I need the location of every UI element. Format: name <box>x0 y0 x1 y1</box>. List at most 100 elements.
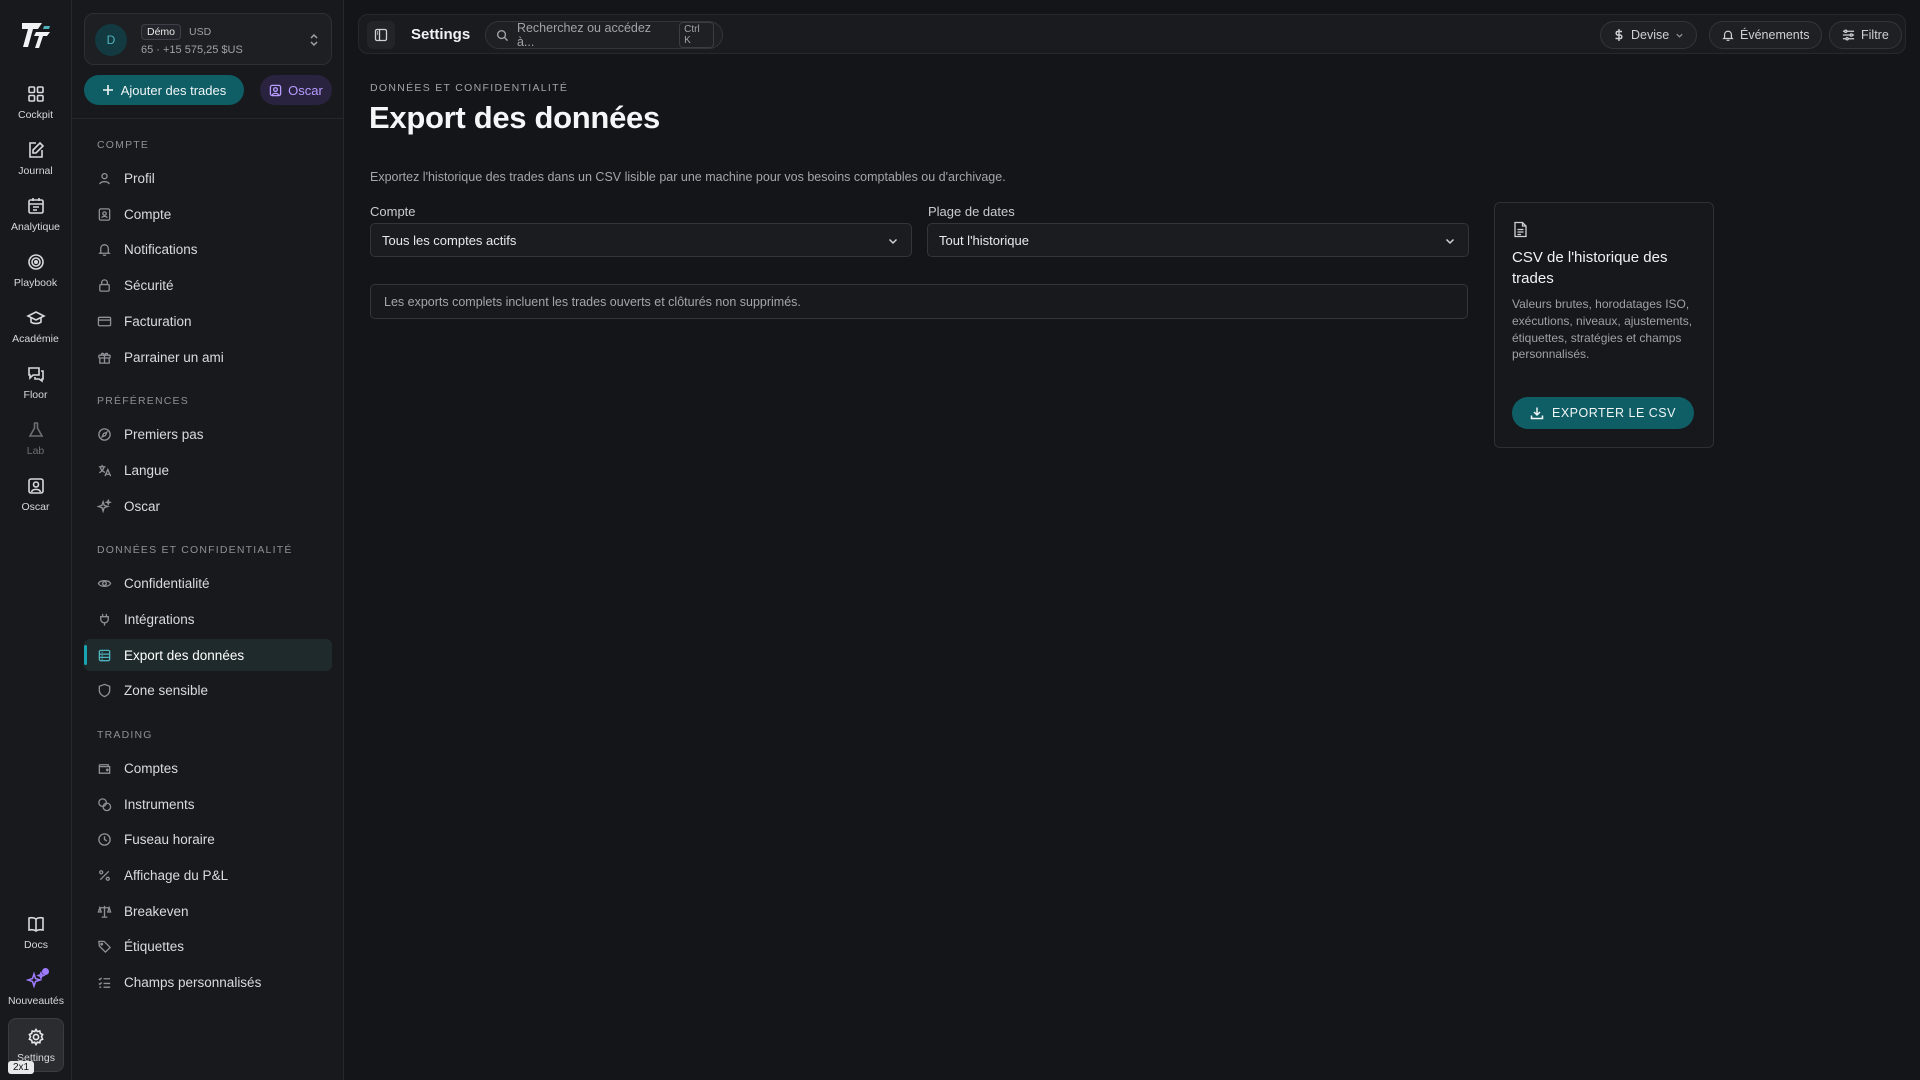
currency-dropdown[interactable]: Devise <box>1600 21 1698 49</box>
rail-item-docs[interactable]: Docs <box>6 906 66 958</box>
id-card-icon <box>98 207 111 221</box>
sidebar-toggle-button[interactable] <box>367 21 395 49</box>
account-summary: 65 · +15 575,25 $US <box>141 44 243 56</box>
graduation-icon <box>25 310 46 324</box>
add-trades-button[interactable]: Ajouter des trades <box>84 75 244 105</box>
rail-item-floor[interactable]: Floor <box>6 356 66 408</box>
sidebar-item-zone-sensible[interactable]: Zone sensible <box>84 674 332 706</box>
icon-rail: Cockpit Journal Analytique Playbook Acad… <box>0 0 72 1080</box>
page-section-title: Settings <box>411 26 471 43</box>
rail-item-playbook[interactable]: Playbook <box>6 244 66 296</box>
avatar: D <box>95 24 127 56</box>
app-logo[interactable] <box>19 18 53 52</box>
rail-item-journal[interactable]: Journal <box>6 132 66 184</box>
sidebar-item-champs-personnalises[interactable]: Champs personnalisés <box>84 966 332 998</box>
sidebar-item-affichage-pl[interactable]: Affichage du P&L <box>84 859 332 891</box>
coins-icon <box>98 797 112 811</box>
calendar-icon <box>27 197 44 214</box>
sparkles-icon <box>97 498 112 513</box>
user-icon <box>99 172 110 184</box>
rail-item-analytique[interactable]: Analytique <box>6 188 66 240</box>
sidebar-item-label: Compte <box>124 206 172 222</box>
sidebar-item-notifications[interactable]: Notifications <box>84 233 332 265</box>
sidebar-item-label: Intégrations <box>124 611 195 627</box>
currency-label: USD <box>189 26 212 38</box>
group-label-preferences: PRÉFÉRENCES <box>97 395 189 407</box>
sidebar-item-fuseau-horaire[interactable]: Fuseau horaire <box>84 823 332 855</box>
group-label-compte: COMPTE <box>97 139 150 151</box>
sidebar-item-export-donnees[interactable]: Export des données <box>84 639 332 671</box>
chevron-down-icon <box>1676 33 1683 38</box>
sidebar-item-etiquettes[interactable]: Étiquettes <box>84 930 332 962</box>
sidebar-item-profil[interactable]: Profil <box>84 162 332 194</box>
demo-badge: Démo <box>141 24 182 40</box>
sidebar-item-premiers-pas[interactable]: Premiers pas <box>84 418 332 450</box>
sidebar-item-integrations[interactable]: Intégrations <box>84 603 332 635</box>
filter-button[interactable]: Filtre <box>1829 21 1902 49</box>
clock-icon <box>98 832 111 846</box>
sidebar-item-oscar[interactable]: Oscar <box>84 490 332 522</box>
sidebar-item-compte[interactable]: Compte <box>84 198 332 230</box>
sidebar-panel-icon <box>374 28 388 42</box>
rail-label: Nouveautés <box>7 994 65 1007</box>
sidebar-item-securite[interactable]: Sécurité <box>84 269 332 301</box>
sidebar-item-facturation[interactable]: Facturation <box>84 305 332 337</box>
csv-export-card: CSV de l'historique des trades Valeurs b… <box>1494 202 1714 448</box>
export-info-text: Les exports complets incluent les trades… <box>384 294 801 309</box>
compass-icon <box>98 427 111 441</box>
zoom-badge: 2x1 <box>8 1061 35 1074</box>
user-square-icon <box>27 477 44 494</box>
lock-icon <box>99 278 110 292</box>
target-icon <box>27 253 44 270</box>
sidebar-item-label: Export des données <box>124 647 245 663</box>
rail-item-nouveautes[interactable]: Nouveautés <box>6 962 66 1014</box>
rail-label: Analytique <box>10 220 61 233</box>
date-range-field-label: Plage de dates <box>928 204 1015 219</box>
credit-card-icon <box>97 316 112 326</box>
chat-icon <box>27 366 44 382</box>
grid-icon <box>27 85 44 102</box>
sidebar-item-label: Langue <box>124 462 170 478</box>
sidebar-item-langue[interactable]: Langue <box>84 454 332 486</box>
rail-item-cockpit[interactable]: Cockpit <box>6 76 66 128</box>
bell-icon <box>1722 30 1734 41</box>
database-icon <box>98 649 111 661</box>
account-select[interactable]: Tous les comptes actifs <box>370 223 912 257</box>
sidebar-item-label: Champs personnalisés <box>124 974 262 990</box>
sidebar-item-confidentialite[interactable]: Confidentialité <box>84 567 332 599</box>
sidebar-item-breakeven[interactable]: Breakeven <box>84 895 332 927</box>
search-placeholder: Recherchez ou accédez à... <box>516 21 652 49</box>
oscar-button[interactable]: Oscar <box>260 75 332 105</box>
account-switcher[interactable]: D Démo USD 65 · +15 575,25 $US <box>84 13 332 65</box>
export-csv-button[interactable]: EXPORTER LE CSV <box>1512 397 1694 429</box>
rail-label: Docs <box>24 938 48 951</box>
sidebar-item-label: Affichage du P&L <box>124 867 229 883</box>
account-select-value: Tous les comptes actifs <box>382 232 517 248</box>
rail-label: Floor <box>23 388 48 401</box>
rail-item-oscar[interactable]: Oscar <box>6 468 66 520</box>
translate-icon <box>98 464 112 476</box>
rail-label: Académie <box>12 332 59 345</box>
sparkles-wrapper <box>26 967 49 995</box>
top-bar: Settings Recherchez ou accédez à... Ctrl… <box>358 14 1906 54</box>
sidebar-item-label: Parrainer un ami <box>124 349 224 365</box>
events-button[interactable]: Événements <box>1709 21 1823 49</box>
search-input[interactable]: Recherchez ou accédez à... Ctrl K <box>485 21 723 49</box>
scale-icon <box>97 905 112 918</box>
rail-label: Cockpit <box>17 108 53 121</box>
account-field-label: Compte <box>370 204 416 219</box>
sidebar-item-comptes[interactable]: Comptes <box>84 752 332 784</box>
export-card-description: Valeurs brutes, horodatages ISO, exécuti… <box>1512 297 1693 362</box>
sidebar-item-label: Confidentialité <box>124 575 210 591</box>
notification-dot <box>42 967 49 975</box>
rail-item-academie[interactable]: Académie <box>6 300 66 352</box>
date-range-select-value: Tout l'historique <box>939 232 1029 248</box>
rail-label: Journal <box>18 164 53 177</box>
sidebar-item-parrainer[interactable]: Parrainer un ami <box>84 341 332 373</box>
sidebar-item-instruments[interactable]: Instruments <box>84 788 332 820</box>
date-range-select[interactable]: Tout l'historique <box>927 223 1469 257</box>
export-info-note: Les exports complets incluent les trades… <box>370 284 1468 319</box>
rail-label: Oscar <box>21 500 50 513</box>
rail-label: Lab <box>26 444 45 457</box>
rail-item-lab[interactable]: Lab <box>6 412 66 464</box>
